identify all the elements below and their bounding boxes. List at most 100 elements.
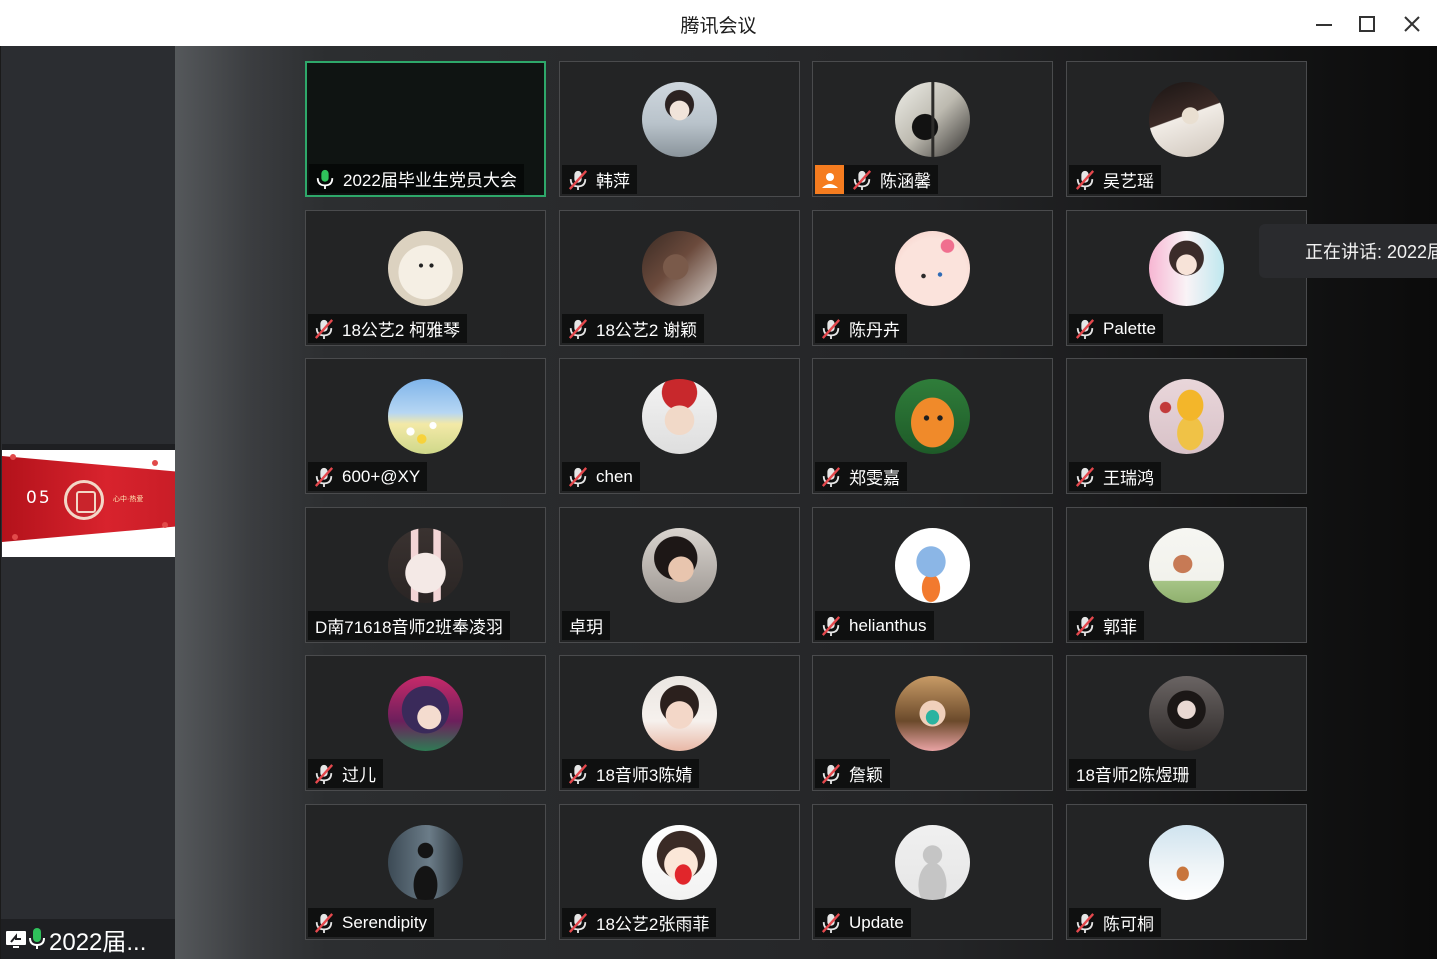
participant-name: 陈涵馨 [880,172,931,191]
participant-name: 郑雯嘉 [849,469,900,488]
mic-muted-icon [1075,169,1095,190]
participant-name: 600+@XY [342,466,421,486]
participant-nameplate: helianthus [815,611,934,640]
participant-tile[interactable]: 郑雯嘉 [812,358,1053,494]
title-bar: 腾讯会议 [0,0,1437,46]
mic-muted-icon [1075,615,1095,636]
participant-nameplate: 郑雯嘉 [815,462,907,491]
speaking-indicator: 正在讲话: 2022届毕业生党员大会 [1259,224,1437,278]
participant-name: Serendipity [342,912,428,932]
mic-muted-icon [821,763,841,784]
mic-muted-icon [852,169,872,190]
mic-muted-icon [821,466,841,487]
participant-nameplate: Serendipity [308,908,435,937]
participant-name: Palette [1103,318,1156,338]
participant-tile[interactable]: 2022届毕业生党员大会 [305,61,546,197]
participant-tile[interactable]: 詹颖 [812,655,1053,791]
blossom-decoration [162,522,168,528]
avatar [895,676,970,751]
participant-name: 过儿 [342,766,376,785]
mic-muted-icon [568,466,588,487]
participant-tile[interactable]: 过儿 [305,655,546,791]
avatar [388,676,463,751]
avatar [1149,82,1224,157]
participant-nameplate: Update [815,908,911,937]
participant-tile[interactable]: 600+@XY [305,358,546,494]
avatar [642,82,717,157]
speaking-text: 正在讲话: 2022届毕业生党员大会 [1305,242,1437,262]
participant-name: D南71618音师2班奉凌羽 [315,618,504,637]
participant-name: 18公艺2 柯雅琴 [342,321,461,340]
participant-nameplate: 陈可桐 [1069,908,1161,937]
avatar [895,825,970,900]
participant-tile[interactable]: D南71618音师2班奉凌羽 [305,507,546,643]
user-badge-icon [815,165,844,194]
left-panel: 05 心中·热爱 2022届... [0,46,176,959]
mic-on-icon [29,928,45,949]
window-title: 腾讯会议 [680,16,757,37]
participant-name: helianthus [849,615,927,635]
participant-tile[interactable]: 韩萍 [559,61,800,197]
participant-nameplate: Palette [1069,314,1163,343]
maximize-button[interactable] [1352,10,1382,38]
mic-muted-icon [1075,466,1095,487]
avatar [388,379,463,454]
participant-name: 詹颖 [849,766,883,785]
participant-name: 陈可桐 [1103,915,1154,934]
close-icon [1404,16,1420,32]
participant-tile[interactable]: 陈丹卉 [812,210,1053,346]
participant-tile[interactable]: 陈可桐 [1066,804,1307,940]
mic-on-icon [316,169,334,189]
participant-name: chen [596,466,633,486]
mic-muted-icon [314,318,334,339]
minimize-button[interactable] [1309,10,1339,38]
participant-name: 卓玥 [569,618,603,637]
participant-nameplate: 18音师2陈煜珊 [1069,759,1197,788]
participant-tile[interactable]: chen [559,358,800,494]
avatar [642,676,717,751]
participant-tile[interactable]: helianthus [812,507,1053,643]
participant-tile[interactable]: 18公艺2 柯雅琴 [305,210,546,346]
blossom-decoration [12,534,18,540]
share-status-bar[interactable]: 2022届... [1,919,176,959]
participant-gallery: 2022届毕业生党员大会 韩萍 陈涵馨 吴艺瑶 18公艺2 柯雅琴 18公艺2 谢颖 陈丹卉… [175,46,1437,959]
mic-muted-icon [568,169,588,190]
mic-muted-icon [821,912,841,933]
maximize-icon [1359,16,1375,32]
avatar [1149,379,1224,454]
share-presenter-label: 2022届... [49,928,147,956]
participant-nameplate: 卓玥 [562,611,610,640]
participant-nameplate: 陈丹卉 [815,314,907,343]
participant-name: 郭菲 [1103,618,1137,637]
participant-nameplate: 18公艺2 柯雅琴 [308,314,468,343]
participant-tile[interactable]: 王瑞鸿 [1066,358,1307,494]
participant-tile[interactable]: 18公艺2张雨菲 [559,804,800,940]
participant-name: Update [849,912,904,932]
avatar [1149,528,1224,603]
participant-tile[interactable]: 卓玥 [559,507,800,643]
close-button[interactable] [1397,10,1427,38]
participant-name: 2022届毕业生党员大会 [343,171,517,190]
participant-nameplate: 吴艺瑶 [1069,165,1161,194]
avatar [388,528,463,603]
participant-tile[interactable]: 18音师2陈煜珊 [1066,655,1307,791]
participant-tile[interactable]: 吴艺瑶 [1066,61,1307,197]
screen-share-thumbnail[interactable]: 05 心中·热爱 [2,444,176,557]
participant-nameplate: 18公艺2张雨菲 [562,908,717,937]
participant-tile[interactable]: 陈涵馨 [812,61,1053,197]
avatar [642,825,717,900]
participant-nameplate: 王瑞鸿 [1069,462,1161,491]
screen-share-icon [6,931,26,948]
avatar [895,528,970,603]
avatar [388,231,463,306]
participant-tile[interactable]: 18公艺2 谢颖 [559,210,800,346]
slide-caption: 心中·热爱 [113,496,144,503]
participant-tile[interactable]: Serendipity [305,804,546,940]
participant-nameplate: D南71618音师2班奉凌羽 [308,611,511,640]
participant-nameplate: 郭菲 [1069,611,1144,640]
participant-tile[interactable]: Update [812,804,1053,940]
participant-name: 18音师2陈煜珊 [1076,766,1190,785]
participant-tile[interactable]: 18音师3陈婧 [559,655,800,791]
mic-muted-icon [1075,912,1095,933]
participant-tile[interactable]: 郭菲 [1066,507,1307,643]
